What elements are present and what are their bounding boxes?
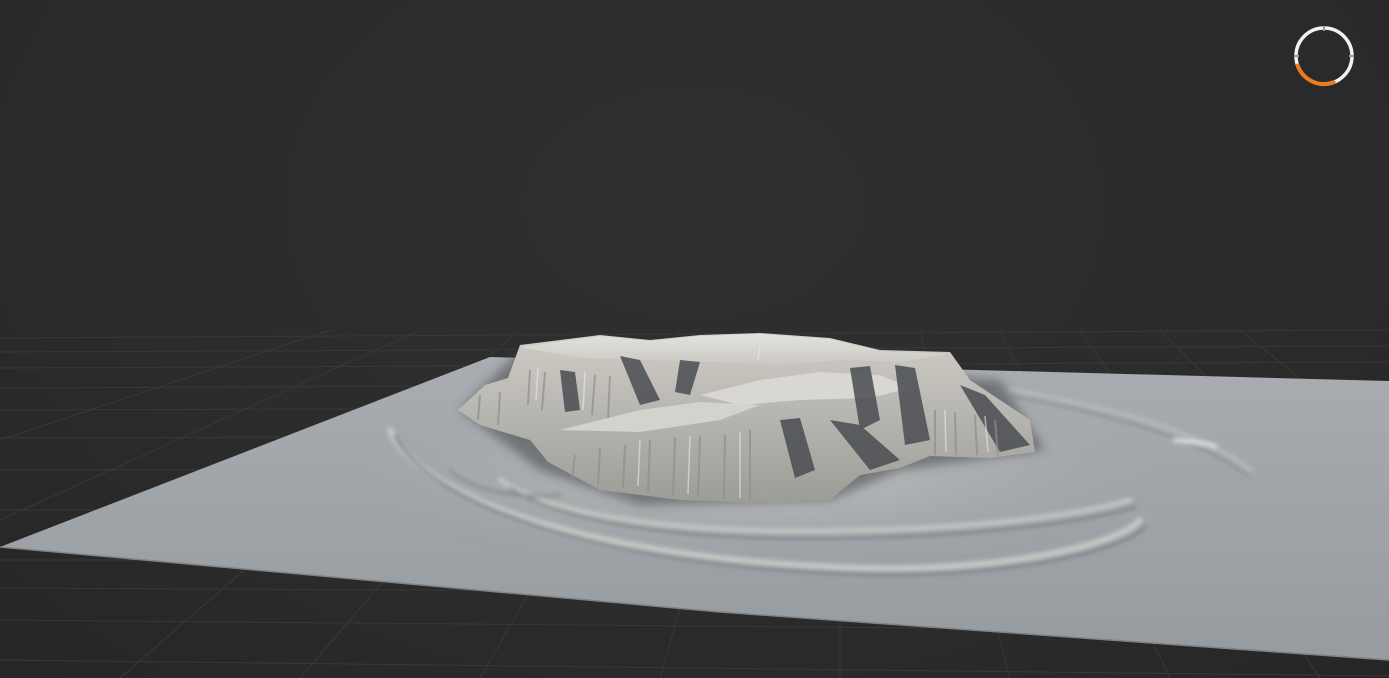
progress-ring[interactable] [1290, 22, 1358, 90]
ring-ticks [1294, 26, 1354, 57]
ring-progress-arc [1295, 63, 1336, 86]
loading-ring-icon [1294, 26, 1354, 86]
3d-viewport[interactable] [0, 0, 1389, 678]
terrain-scene[interactable] [0, 0, 1389, 678]
